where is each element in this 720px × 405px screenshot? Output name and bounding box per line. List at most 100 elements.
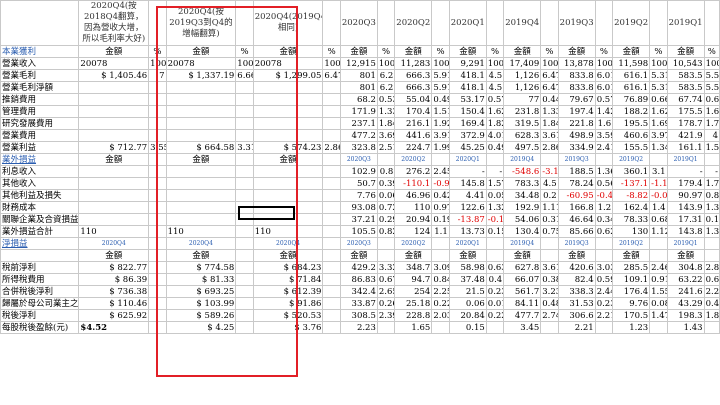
- table-cell[interactable]: [703, 249, 720, 262]
- table-cell[interactable]: 20.94: [394, 213, 433, 226]
- table-cell[interactable]: 616.1: [612, 69, 651, 82]
- table-cell[interactable]: 2.86: [540, 141, 559, 154]
- table-cell[interactable]: 68.2: [339, 93, 378, 106]
- table-cell[interactable]: [235, 285, 254, 298]
- table-cell[interactable]: 5.53: [703, 81, 720, 94]
- table-cell[interactable]: %: [376, 45, 396, 58]
- table-cell[interactable]: 188.2: [612, 105, 651, 118]
- table-cell[interactable]: [322, 105, 341, 118]
- table-cell[interactable]: [148, 189, 167, 202]
- table-cell[interactable]: [431, 153, 450, 166]
- row-label[interactable]: 歸屬於母公司業主之淨利: [0, 297, 80, 310]
- table-cell[interactable]: 100: [431, 57, 450, 70]
- table-cell[interactable]: 0.06: [376, 189, 396, 202]
- table-cell[interactable]: [322, 177, 341, 190]
- table-cell[interactable]: -: [485, 165, 505, 178]
- table-cell[interactable]: 100: [148, 57, 167, 70]
- table-cell[interactable]: 1.51: [431, 105, 450, 118]
- table-cell[interactable]: 86.83: [339, 273, 378, 286]
- table-cell[interactable]: 79.67: [557, 93, 596, 106]
- table-cell[interactable]: -13.87: [448, 213, 487, 226]
- table-cell[interactable]: 46.96: [394, 189, 433, 202]
- table-cell[interactable]: $ 81.33: [165, 273, 237, 286]
- table-cell[interactable]: 1.53: [703, 141, 720, 154]
- table-cell[interactable]: 1.88: [703, 309, 720, 322]
- table-cell[interactable]: 110: [78, 225, 150, 238]
- table-cell[interactable]: [703, 321, 720, 334]
- column-header[interactable]: 2020Q4(按2019Q3到Q4的增幅翻算): [165, 0, 237, 46]
- table-cell[interactable]: 4.01: [485, 129, 505, 142]
- column-header[interactable]: [148, 0, 167, 46]
- table-cell[interactable]: 2020Q2: [394, 237, 433, 250]
- table-cell[interactable]: 金額: [78, 249, 150, 262]
- table-cell[interactable]: 0.15: [448, 321, 487, 334]
- table-cell[interactable]: [649, 153, 668, 166]
- table-cell[interactable]: 11,598: [612, 57, 651, 70]
- table-cell[interactable]: 0.29: [376, 213, 396, 226]
- table-cell[interactable]: 金額: [503, 45, 542, 58]
- table-cell[interactable]: 0.31: [540, 213, 559, 226]
- table-cell[interactable]: 2.51: [376, 141, 396, 154]
- table-cell[interactable]: $ 612.39: [252, 285, 324, 298]
- table-cell[interactable]: 3.61: [540, 129, 559, 142]
- table-cell[interactable]: [235, 273, 254, 286]
- table-cell[interactable]: 1.33: [540, 105, 559, 118]
- table-cell[interactable]: 628.3: [503, 129, 542, 142]
- table-cell[interactable]: $ 664.58: [165, 141, 237, 154]
- table-cell[interactable]: 5.91: [431, 69, 450, 82]
- column-header[interactable]: [0, 0, 80, 46]
- row-label[interactable]: 稅前淨利: [0, 261, 80, 274]
- table-cell[interactable]: [235, 129, 254, 142]
- table-cell[interactable]: [78, 213, 150, 226]
- table-cell[interactable]: 100: [594, 57, 614, 70]
- table-cell[interactable]: 2.74: [540, 309, 559, 322]
- table-cell[interactable]: 0.67: [376, 273, 396, 286]
- table-cell[interactable]: 195.5: [612, 117, 651, 130]
- table-cell[interactable]: [235, 177, 254, 190]
- table-cell[interactable]: 170.5: [612, 309, 651, 322]
- column-header[interactable]: 2020Q1: [448, 0, 487, 46]
- table-cell[interactable]: 6.47: [540, 69, 559, 82]
- row-label[interactable]: 淨損益: [0, 237, 80, 250]
- table-cell[interactable]: [322, 81, 341, 94]
- table-cell[interactable]: $ 3.76: [252, 321, 324, 334]
- table-cell[interactable]: 1.47: [649, 309, 668, 322]
- table-cell[interactable]: 100: [485, 57, 505, 70]
- table-cell[interactable]: 0.86: [703, 189, 720, 202]
- table-cell[interactable]: 金額: [394, 249, 433, 262]
- table-cell[interactable]: 5.53: [703, 69, 720, 82]
- table-cell[interactable]: [235, 321, 254, 334]
- table-cell[interactable]: 801: [339, 81, 378, 94]
- table-cell[interactable]: [252, 93, 324, 106]
- table-cell[interactable]: [431, 249, 450, 262]
- row-label[interactable]: 其他收入: [0, 177, 80, 190]
- table-cell[interactable]: [235, 309, 254, 322]
- table-cell[interactable]: [322, 117, 341, 130]
- row-label[interactable]: [0, 249, 80, 262]
- table-cell[interactable]: [165, 201, 237, 214]
- table-cell[interactable]: 833.8: [557, 69, 596, 82]
- table-cell[interactable]: 0.66: [649, 93, 668, 106]
- table-cell[interactable]: 3.69: [376, 129, 396, 142]
- column-header[interactable]: 2020Q4(2019Q4相同): [252, 0, 324, 46]
- table-cell[interactable]: 1.2: [594, 201, 614, 214]
- table-cell[interactable]: 2.41: [594, 141, 614, 154]
- table-cell[interactable]: 143.8: [666, 225, 705, 238]
- row-label[interactable]: 每股稅後盈餘(元): [0, 321, 80, 334]
- table-cell[interactable]: [252, 129, 324, 142]
- table-cell[interactable]: 583.5: [666, 81, 705, 94]
- table-cell[interactable]: 金額: [252, 249, 324, 262]
- table-cell[interactable]: [148, 81, 167, 94]
- table-cell[interactable]: 372.9: [448, 129, 487, 142]
- row-label[interactable]: 營業利益: [0, 141, 80, 154]
- table-cell[interactable]: 0.53: [376, 93, 396, 106]
- table-cell[interactable]: 90.97: [666, 189, 705, 202]
- table-cell[interactable]: 9,291: [448, 57, 487, 70]
- table-cell[interactable]: -: [666, 165, 705, 178]
- table-cell[interactable]: [540, 321, 559, 334]
- table-cell[interactable]: 93.08: [339, 201, 378, 214]
- table-cell[interactable]: 3.91: [431, 129, 450, 142]
- table-cell[interactable]: 477.7: [503, 309, 542, 322]
- table-cell[interactable]: 54.06: [503, 213, 542, 226]
- table-cell[interactable]: 0.38: [540, 273, 559, 286]
